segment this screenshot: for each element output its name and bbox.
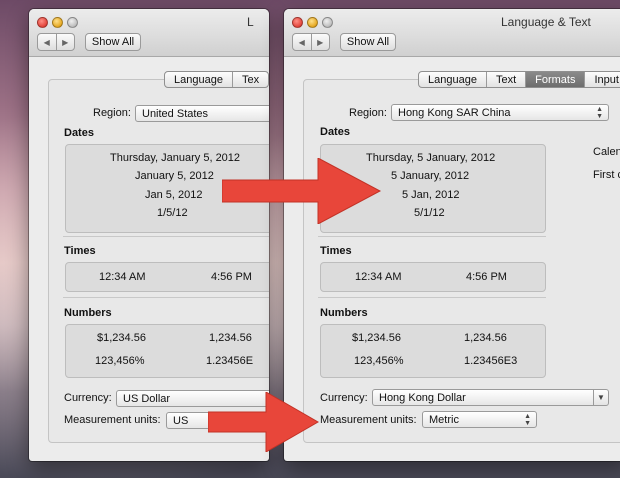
divider (63, 297, 269, 298)
date-short: 1/5/12 (157, 207, 188, 219)
chevron-down-icon[interactable]: ▼ (593, 389, 609, 406)
measurement-label: Measurement units: (64, 414, 161, 426)
tab-bar: Language Tex (164, 71, 269, 88)
traffic-lights (292, 17, 333, 29)
measurement-label: Measurement units: (320, 414, 417, 426)
tab-bar: Language Text Formats Input S (418, 71, 620, 88)
date-medium: Jan 5, 2012 (145, 189, 203, 201)
times-heading: Times (64, 245, 96, 257)
tab-text[interactable]: Tex (231, 72, 268, 87)
titlebar: Language & Text ◀ ▶ Show All (284, 9, 620, 57)
updown-arrows-icon: ▲ ▼ (524, 413, 531, 427)
number-currency: $1,234.56 (352, 332, 401, 344)
date-medium: 5 Jan, 2012 (402, 189, 460, 201)
right-arrow-icon (222, 158, 382, 224)
window-title: L (247, 15, 254, 29)
chevron-right-icon[interactable]: ▶ (310, 34, 330, 50)
zoom-button[interactable] (322, 17, 333, 28)
divider (318, 297, 546, 298)
number-currency: $1,234.56 (97, 332, 146, 344)
region-popup[interactable]: Hong Kong SAR China ▲ ▼ (391, 104, 609, 121)
dates-heading: Dates (320, 126, 350, 138)
currency-label: Currency: (64, 392, 112, 404)
calendar-label: Calen (593, 146, 620, 158)
first-day-label: First c (593, 169, 620, 181)
currency-label: Currency: (320, 392, 368, 404)
number-decimal: 1,234.56 (464, 332, 507, 344)
chevron-right-icon[interactable]: ▶ (55, 34, 75, 50)
back-forward-control: ◀ ▶ (292, 33, 330, 51)
number-scientific: 1.23456E (206, 355, 254, 367)
date-full: Thursday, January 5, 2012 (110, 152, 241, 164)
number-percent: 123,456% (95, 355, 145, 367)
zoom-button[interactable] (67, 17, 78, 28)
traffic-lights (37, 17, 78, 29)
region-label: Region: (93, 107, 131, 119)
chevron-left-icon[interactable]: ◀ (38, 34, 56, 50)
measurement-value: Metric (429, 413, 459, 426)
number-decimal: 1,234.56 (209, 332, 252, 344)
tab-text[interactable]: Text (485, 72, 525, 87)
number-percent: 123,456% (354, 355, 404, 367)
region-label: Region: (349, 107, 387, 119)
number-scientific: 1.23456E3 (464, 355, 518, 367)
times-box (320, 262, 546, 292)
numbers-heading: Numbers (64, 307, 112, 319)
numbers-heading: Numbers (320, 307, 368, 319)
date-long: 5 January, 2012 (391, 170, 470, 182)
region-popup[interactable]: United States (135, 105, 269, 122)
tab-input-sources[interactable]: Input S (584, 72, 620, 87)
time-medium: 4:56 PM (466, 271, 507, 283)
divider (318, 236, 546, 237)
close-button[interactable] (292, 17, 303, 28)
minimize-button[interactable] (307, 17, 318, 28)
titlebar: L ◀ ▶ Show All (29, 9, 269, 57)
measurement-popup[interactable]: Metric ▲ ▼ (422, 411, 537, 428)
time-medium: 4:56 PM (211, 271, 252, 283)
close-button[interactable] (37, 17, 48, 28)
window-title: Language & Text (501, 15, 591, 29)
minimize-button[interactable] (52, 17, 63, 28)
time-short: 12:34 AM (355, 271, 402, 283)
times-heading: Times (320, 245, 352, 257)
date-short: 5/1/12 (414, 207, 445, 219)
date-full: Thursday, 5 January, 2012 (366, 152, 496, 164)
tab-language[interactable]: Language (165, 72, 232, 87)
show-all-button[interactable]: Show All (85, 33, 141, 51)
back-forward-control: ◀ ▶ (37, 33, 75, 51)
dates-heading: Dates (64, 127, 94, 139)
currency-combo[interactable]: Hong Kong Dollar (372, 389, 594, 406)
updown-arrows-icon: ▲ ▼ (596, 106, 603, 120)
tab-formats[interactable]: Formats (525, 72, 585, 87)
chevron-left-icon[interactable]: ◀ (293, 34, 311, 50)
time-short: 12:34 AM (99, 271, 146, 283)
tab-language[interactable]: Language (419, 72, 486, 87)
date-long: January 5, 2012 (135, 170, 214, 182)
show-all-button[interactable]: Show All (340, 33, 396, 51)
region-value: Hong Kong SAR China (398, 106, 511, 119)
right-window: Language & Text ◀ ▶ Show All Language Te… (284, 9, 620, 461)
divider (63, 236, 269, 237)
right-arrow-icon (208, 392, 320, 452)
